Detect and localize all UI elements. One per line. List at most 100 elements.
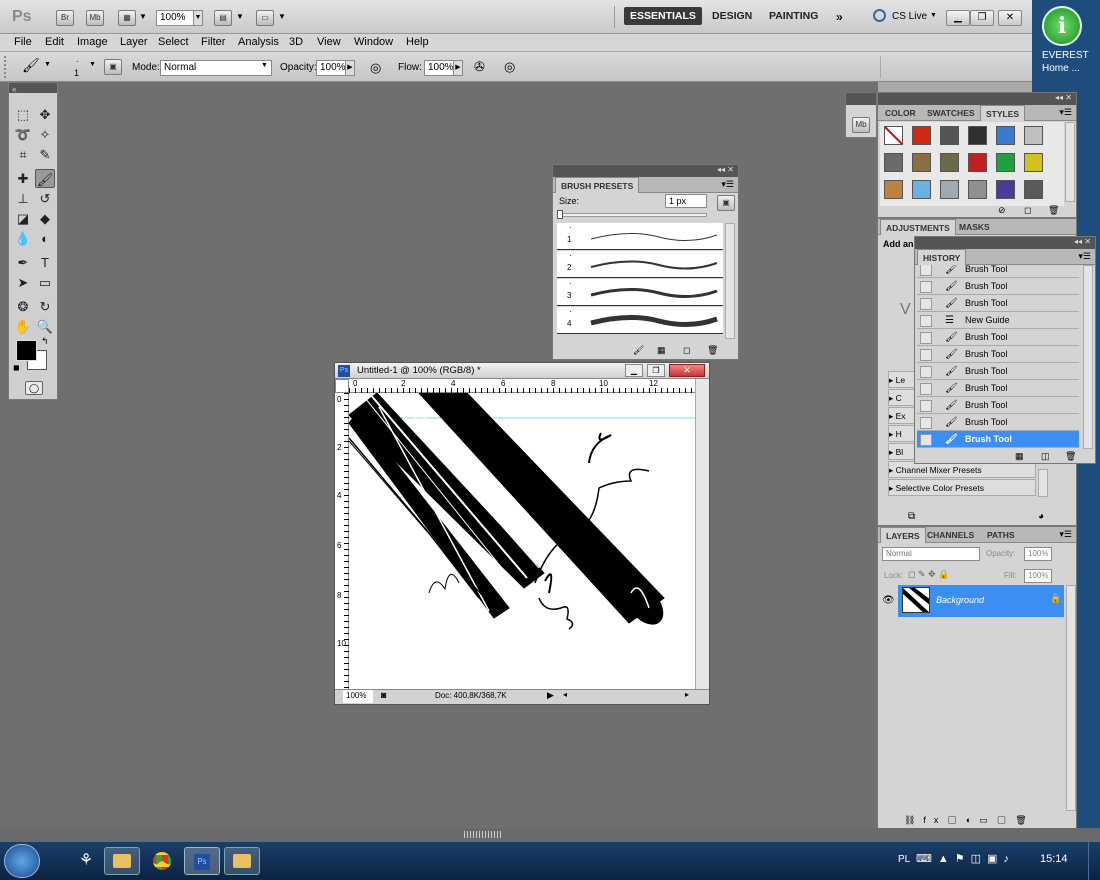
history-row[interactable]: 🖌 Brush Tool	[917, 346, 1079, 363]
screen-mode-button[interactable]: ▭	[256, 10, 274, 26]
history-row[interactable]: 🖌 Brush Tool	[917, 265, 1079, 278]
menu-edit[interactable]: Edit	[45, 36, 64, 48]
style-swatch[interactable]	[996, 126, 1015, 145]
cs-live-button[interactable]: CS Live	[892, 11, 927, 22]
clock[interactable]: 15:14	[1040, 853, 1068, 865]
chevron-down-icon[interactable]: ▼	[236, 12, 244, 21]
menu-image[interactable]: Image	[77, 36, 108, 48]
history-source-checkbox[interactable]	[920, 265, 932, 276]
marquee-tool-icon[interactable]: ⬚	[13, 105, 33, 124]
chevron-down-icon[interactable]: ▼	[278, 12, 286, 21]
mini-bridge-button[interactable]: Mb	[86, 10, 104, 26]
lock-icons[interactable]: ◻ ✎ ✥ 🔒	[908, 569, 949, 580]
collapse-icon[interactable]: ◂◂ ✕	[1055, 93, 1072, 102]
history-source-checkbox[interactable]	[920, 400, 932, 412]
history-source-checkbox[interactable]	[920, 417, 932, 429]
style-swatch[interactable]	[968, 126, 987, 145]
resize-grip[interactable]	[464, 831, 502, 838]
eyedropper-tool-icon[interactable]: ✎	[35, 145, 55, 164]
play-icon[interactable]: ▶	[547, 690, 554, 701]
bridge-button[interactable]: Br	[56, 10, 74, 26]
flow-slider-button[interactable]: ▶	[453, 60, 463, 76]
ruler-corner[interactable]	[335, 379, 349, 393]
styles-scrollbar[interactable]	[1065, 122, 1075, 202]
history-source-checkbox[interactable]	[920, 332, 932, 344]
close-button[interactable]: ✕	[998, 10, 1022, 26]
style-swatch[interactable]	[884, 126, 903, 145]
levels-preset-icon[interactable]: V	[900, 301, 911, 319]
taskbar-window-icon[interactable]	[224, 847, 260, 875]
history-row[interactable]: 🖌 Brush Tool	[917, 329, 1079, 346]
zoom-dropdown-button[interactable]: ▼	[193, 10, 203, 26]
arrange-documents-button[interactable]: ▤	[214, 10, 232, 26]
doc-vertical-scrollbar[interactable]	[695, 379, 709, 689]
trash-icon[interactable]: 🗑	[1048, 205, 1059, 216]
history-source-checkbox[interactable]	[920, 383, 932, 395]
minimize-button[interactable]: ▁	[946, 10, 970, 26]
type-tool-icon[interactable]: T	[35, 253, 55, 272]
status-icon[interactable]: ◙	[381, 690, 386, 700]
tab-layers[interactable]: LAYERS	[880, 527, 926, 543]
chevron-down-icon[interactable]: ▼	[139, 12, 147, 21]
adjustment-item-selective-color[interactable]: ▸ Selective Color Presets	[888, 479, 1036, 496]
style-swatch[interactable]	[968, 153, 987, 172]
grid-icon[interactable]: ▦	[657, 345, 666, 356]
toggle-brush-panel-button[interactable]: ▣	[104, 59, 122, 75]
style-swatch[interactable]	[940, 180, 959, 199]
brush-tool-icon[interactable]: 🖌	[633, 345, 644, 356]
document-titlebar[interactable]: Ps Untitled-1 @ 100% (RGB/8) * ▁ ❐ ✕	[335, 363, 709, 379]
history-row[interactable]: 🖌 Brush Tool	[917, 278, 1079, 295]
panel-menu-icon[interactable]: ▾☰	[721, 179, 734, 190]
eraser-tool-icon[interactable]: ◪	[13, 209, 33, 228]
3d-rotate-tool-icon[interactable]: ❂	[13, 297, 33, 316]
style-swatch[interactable]	[940, 126, 959, 145]
opacity-field[interactable]: 100%	[316, 60, 346, 76]
workspace-design[interactable]: DESIGN	[712, 10, 752, 22]
tab-channels[interactable]: CHANNELS	[922, 527, 979, 543]
foreground-color-front[interactable]	[16, 340, 37, 361]
menu-3d[interactable]: 3D	[289, 36, 303, 48]
clone-stamp-tool-icon[interactable]: ⊥	[13, 189, 33, 208]
layer-row-background[interactable]: Background 🔒	[898, 585, 1064, 617]
chevron-down-icon[interactable]: ▼	[930, 12, 937, 19]
tab-history[interactable]: HISTORY	[917, 249, 967, 265]
menu-file[interactable]: File	[14, 36, 32, 48]
rectangle-tool-icon[interactable]: ▭	[35, 273, 55, 292]
brush-preset-row[interactable]: 3 ·	[557, 279, 723, 306]
style-swatch[interactable]	[1024, 180, 1043, 199]
menu-view[interactable]: View	[317, 36, 341, 48]
menu-layer[interactable]: Layer	[120, 36, 148, 48]
history-source-checkbox[interactable]	[920, 281, 932, 293]
double-chevron-left-icon[interactable]: «	[12, 85, 16, 94]
collapse-icon[interactable]: ◂◂ ✕	[1074, 237, 1091, 246]
size-slider-thumb[interactable]	[557, 210, 563, 219]
doc-restore-button[interactable]: ❐	[647, 364, 665, 377]
brush-preset-row[interactable]: 2 ·	[557, 251, 723, 278]
ruler-horizontal[interactable]: 0 2 4 6 8 10 12	[349, 379, 695, 393]
tab-paths[interactable]: PATHS	[982, 527, 1020, 543]
paint-bucket-tool-icon[interactable]: ◆	[35, 209, 55, 228]
mode-select[interactable]: Normal	[160, 60, 272, 76]
opacity-slider-button[interactable]: ▶	[345, 60, 355, 76]
crop-tool-icon[interactable]: ⌗	[13, 145, 33, 164]
3d-orbit-tool-icon[interactable]: ↻	[35, 297, 55, 316]
quick-mask-button[interactable]: ◯	[25, 381, 43, 395]
tablet-pressure-size-icon[interactable]: ◎	[504, 59, 515, 75]
style-swatch[interactable]	[1024, 153, 1043, 172]
show-desktop-button[interactable]	[1088, 842, 1100, 880]
history-row[interactable]: 🖌 Brush Tool	[917, 397, 1079, 414]
history-row[interactable]: 🖌 Brush Tool	[917, 431, 1079, 448]
taskbar-vlc-icon[interactable]: ⚘	[68, 847, 104, 875]
tray-icons[interactable]: ⌨▲⚑◫▣♪	[916, 852, 1015, 865]
scroll-right-icon[interactable]: ▸	[685, 690, 689, 699]
blend-mode-select[interactable]: Normal	[882, 547, 980, 561]
lasso-tool-icon[interactable]: ➰	[13, 125, 33, 144]
history-source-checkbox[interactable]	[920, 434, 932, 446]
create-new-brush-button[interactable]: ▣	[717, 195, 735, 211]
clear-style-icon[interactable]: ⊘	[998, 205, 1006, 216]
style-swatch[interactable]	[912, 180, 931, 199]
menu-filter[interactable]: Filter	[201, 36, 225, 48]
taskbar-explorer-icon[interactable]	[104, 847, 140, 875]
eye-icon[interactable]: 👁	[882, 595, 895, 606]
new-document-from-state-icon[interactable]: ▦	[1015, 451, 1024, 462]
